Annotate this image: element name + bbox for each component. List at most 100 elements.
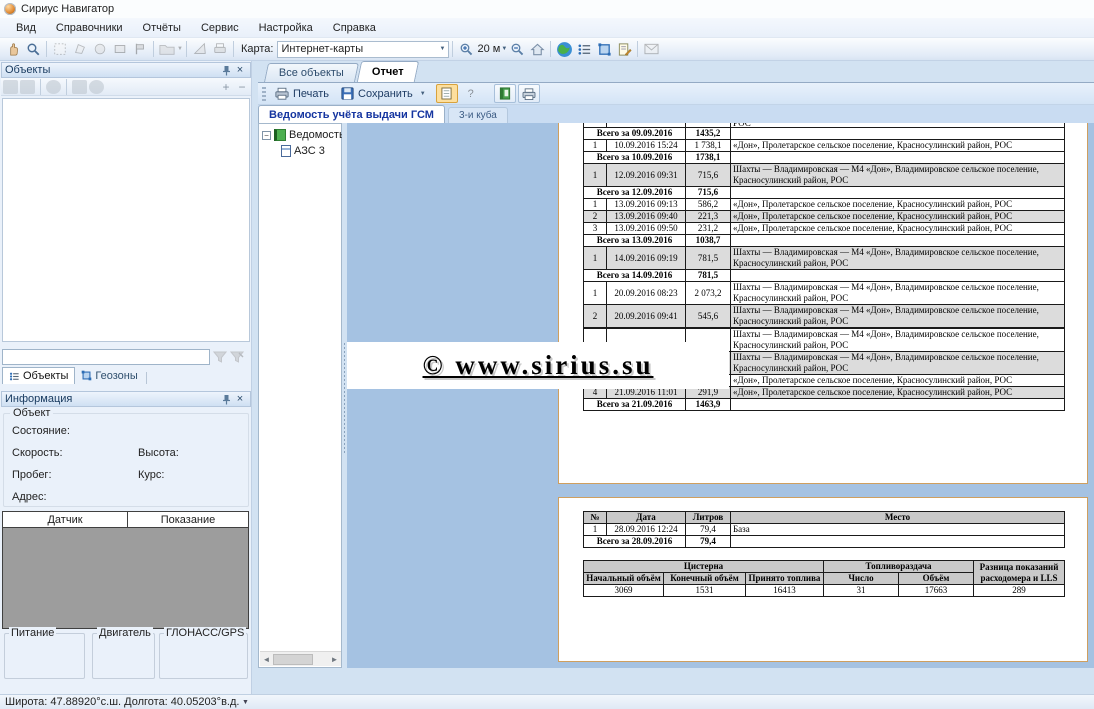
close-icon[interactable]: × (233, 392, 247, 406)
table-row: 128.09.2016 12:2479,4База (584, 524, 1065, 536)
table-row: 113.09.2016 09:13586,2«Дон», Пролетарско… (584, 199, 1065, 211)
scrollbar-thumb[interactable] (273, 654, 313, 665)
objects-mini-toolbar: + − (1, 78, 251, 96)
objects-list-icon[interactable] (574, 40, 594, 59)
save-dropdown-icon[interactable]: ▼ (420, 91, 426, 97)
link-icon[interactable] (20, 80, 35, 94)
tab-all-objects[interactable]: Все объекты (264, 63, 359, 82)
report-book-icon (274, 129, 286, 141)
info-panel-title: Информация (5, 393, 72, 405)
message-icon[interactable] (641, 40, 661, 59)
table-cell: 20.09.2016 08:23 (607, 282, 686, 305)
region-edit-icon[interactable] (70, 40, 90, 59)
objects-list[interactable] (2, 98, 250, 342)
printer-sheet-icon (522, 88, 536, 100)
table-cell (731, 235, 1065, 247)
reading-col-header[interactable]: Показание (128, 512, 248, 527)
menu-settings[interactable]: Настройка (249, 20, 323, 36)
report-preview[interactable]: РОСВсего за 09.09.20161435,2110.09.2016 … (347, 123, 1094, 668)
region-select-icon[interactable] (50, 40, 70, 59)
clear-filter-icon[interactable] (230, 351, 244, 363)
circle-tool-icon[interactable] (90, 40, 110, 59)
title-bar: Сириус Навигатор (0, 0, 1094, 18)
world-icon[interactable] (89, 80, 104, 94)
zoom-tool-icon[interactable] (23, 40, 43, 59)
layers-dropdown-icon[interactable]: ▼ (177, 46, 183, 52)
globe-small-icon[interactable] (46, 80, 61, 94)
tree-node-vedomost[interactable]: − Ведомость (262, 129, 345, 141)
tree-horizontal-scrollbar[interactable]: ◄ ► (260, 651, 341, 666)
table-cell: 221,3 (686, 211, 731, 223)
report-book-button[interactable] (494, 84, 516, 103)
globe-icon[interactable] (554, 40, 574, 59)
table-cell: Шахты — Владимировская — М4 «Дон», Влади… (731, 352, 1065, 375)
rect-tool-icon[interactable] (110, 40, 130, 59)
toolbar-grip (262, 87, 266, 101)
subtab-gsm-report[interactable]: Ведомость учёта выдачи ГСМ (258, 105, 445, 123)
table-cell: База (731, 524, 1065, 536)
table-cell: 3069 (584, 585, 664, 597)
table-cell: Шахты — Владимировская — М4 «Дон», Влади… (731, 305, 1065, 328)
save-button-label: Сохранить (358, 88, 413, 100)
tree-expander-icon[interactable]: − (262, 131, 271, 140)
menu-service[interactable]: Сервис (191, 20, 249, 36)
tab-geozones-label: Геозоны (95, 370, 137, 382)
menu-view[interactable]: Вид (6, 20, 46, 36)
layers-folder-icon[interactable] (157, 40, 177, 59)
pan-hand-icon[interactable] (3, 40, 23, 59)
map-select[interactable]: Интернет-карты ▼ (277, 41, 449, 58)
vehicle-icon[interactable] (72, 80, 87, 94)
subtab-cubes[interactable]: 3-и куба (448, 107, 508, 123)
home-icon[interactable] (527, 40, 547, 59)
print-button[interactable]: Печать (270, 84, 334, 103)
tab-objects[interactable]: Объекты (2, 367, 75, 384)
table-row: 213.09.2016 09:40221,3«Дон», Пролетарско… (584, 211, 1065, 223)
table-cell: «Дон», Пролетарское сельское поселение, … (731, 375, 1065, 387)
power-label: Питание (9, 627, 56, 639)
minus-icon[interactable]: − (235, 80, 249, 94)
main-toolbar: ▼ Карта: Интернет-карты ▼ 20 м ▼ (0, 38, 1094, 61)
zoom-out-icon[interactable] (507, 40, 527, 59)
column-header: Объём (899, 573, 974, 585)
menu-reports[interactable]: Отчёты (133, 20, 191, 36)
add-group-icon[interactable] (3, 80, 18, 94)
print-map-icon[interactable] (210, 40, 230, 59)
flag-tool-icon[interactable] (130, 40, 150, 59)
menu-directories[interactable]: Справочники (46, 20, 133, 36)
save-button[interactable]: Сохранить (336, 84, 418, 103)
close-icon[interactable]: × (233, 63, 247, 77)
table-cell: 12.09.2016 09:31 (607, 164, 686, 187)
table-cell: 10.09.2016 15:24 (607, 140, 686, 152)
help-button[interactable]: ? (460, 84, 482, 103)
plus-icon[interactable]: + (219, 80, 233, 94)
pin-icon[interactable] (219, 392, 233, 406)
watermark: © www.sirius.su (347, 342, 729, 389)
geozones-icon[interactable] (594, 40, 614, 59)
table-row: Всего за 10.09.20161738,1 (584, 152, 1065, 164)
status-dropdown-icon[interactable]: ▼ (242, 699, 249, 706)
table-cell: 79,4 (686, 524, 731, 536)
pin-icon[interactable] (219, 63, 233, 77)
table-cell: 2 (584, 305, 607, 328)
report-toolbar: Печать Сохранить ▼ ? (258, 83, 1094, 105)
table-cell (731, 128, 1065, 140)
search-input[interactable] (2, 349, 210, 365)
table-cell: 20.09.2016 09:41 (607, 305, 686, 328)
page-setup-toggle[interactable] (436, 84, 458, 103)
filter-icon[interactable] (213, 351, 227, 363)
tab-report[interactable]: Отчет (357, 61, 419, 82)
sensor-table: Датчик Показание (2, 511, 249, 629)
tree-node-azs[interactable]: АЗС 3 (281, 145, 325, 157)
print-preview-button[interactable] (518, 84, 540, 103)
notes-icon[interactable] (614, 40, 634, 59)
printer-icon (275, 87, 289, 100)
table-cell: Всего за 10.09.2016 (584, 152, 686, 164)
measure-icon[interactable] (190, 40, 210, 59)
zoom-in-icon[interactable] (456, 40, 476, 59)
scroll-left-icon[interactable]: ◄ (260, 655, 273, 664)
menu-help[interactable]: Справка (323, 20, 386, 36)
tab-geozones[interactable]: Геозоны (75, 367, 143, 384)
sensor-col-header[interactable]: Датчик (3, 512, 128, 527)
scroll-right-icon[interactable]: ► (328, 655, 341, 664)
map-select-value: Интернет-карты (281, 43, 363, 55)
